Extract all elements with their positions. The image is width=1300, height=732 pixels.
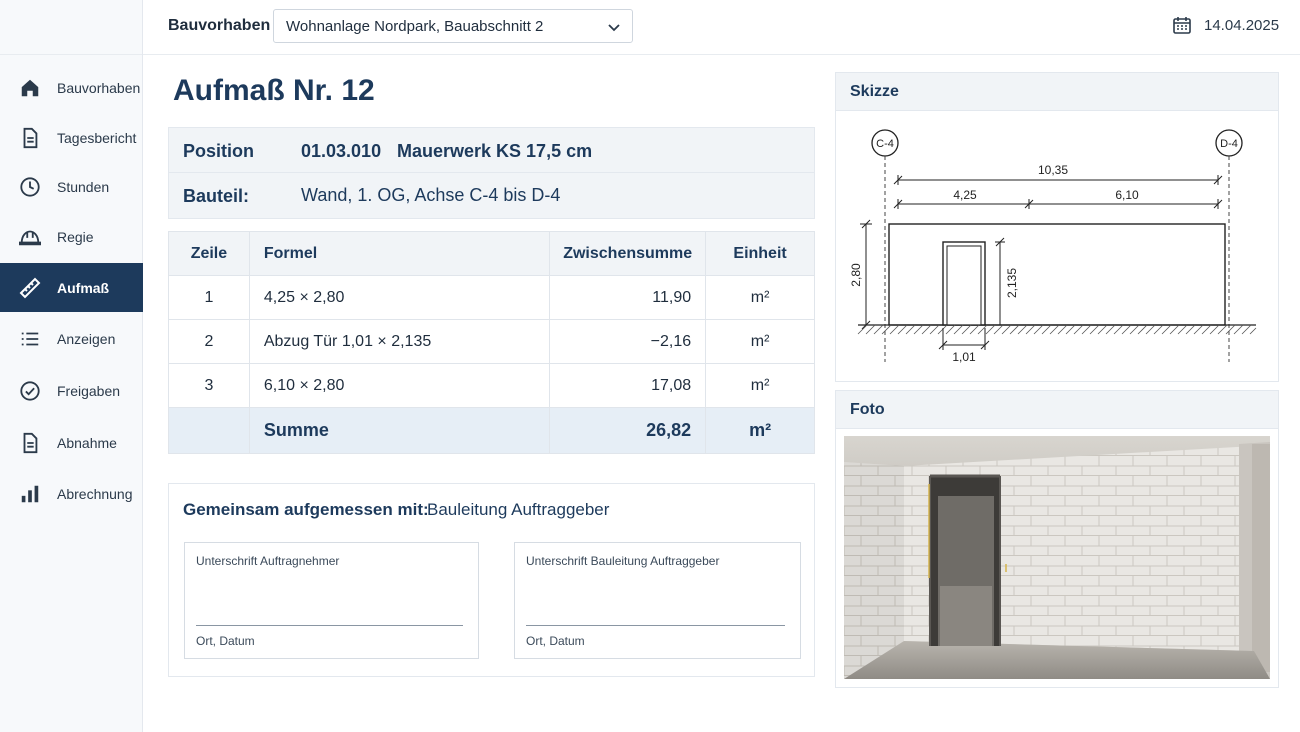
table-row[interactable]: 1 4,25 × 2,80 11,90 m²: [168, 275, 815, 320]
measured-with-value: Bauleitung Auftraggeber: [427, 500, 610, 519]
header-date: 14.04.2025: [1204, 17, 1280, 34]
table-sum-row: Summe 26,82 m²: [168, 407, 815, 454]
signature-box: Gemeinsam aufgemessen mit: Bauleitung Au…: [168, 483, 815, 677]
signature-title: Unterschrift Bauleitung Auftraggeber: [526, 554, 720, 568]
cell-zwischensumme: 11,90: [549, 275, 707, 320]
dim-left: 4,25: [953, 188, 977, 202]
position-description: Mauerwerk KS 17,5 cm: [397, 141, 593, 161]
bauteil-value: Wand, 1. OG, Achse C-4 bis D-4: [301, 185, 561, 205]
sum-einheit: m²: [705, 407, 815, 454]
sidebar-item-label: Abnahme: [57, 434, 117, 451]
sidebar-top: [0, 0, 142, 55]
signature-line: [196, 625, 463, 626]
signature-field-auftragnehmer[interactable]: Unterschrift Auftragnehmer Ort, Datum: [184, 542, 479, 659]
column-header-zwischensumme: Zwischensumme: [549, 231, 707, 276]
dim-door-height: 2,135: [1005, 268, 1019, 298]
cell-zeile: 2: [168, 319, 250, 364]
table-row[interactable]: 3 6,10 × 2,80 17,08 m²: [168, 363, 815, 408]
hardhat-icon: [18, 225, 42, 249]
cell-einheit: m²: [705, 363, 815, 408]
position-box: Position 01.03.010 Mauerwerk KS 17,5 cm …: [168, 127, 815, 219]
project-label: Bauvorhaben: [168, 17, 271, 34]
home-icon: [18, 76, 42, 100]
sidebar-item-abrechnung[interactable]: Abrechnung: [0, 469, 143, 518]
clock-icon: [18, 175, 42, 199]
sidebar-item-tagesbericht[interactable]: Tagesbericht: [0, 113, 143, 162]
document-icon: [18, 126, 42, 150]
ruler-icon: [18, 276, 42, 300]
sidebar: Bauvorhaben Tagesbericht Stunden Regie A…: [0, 0, 143, 732]
dim-height: 2,80: [849, 263, 863, 287]
dim-door-width: 1,01: [952, 350, 976, 364]
project-select-value: Wohnanlage Nordpark, Bauabschnitt 2: [286, 17, 544, 35]
sidebar-item-label: Regie: [57, 228, 94, 245]
sketch-panel: Skizze C-4 D-4 10,35 4,25 6,10 2,80 2,13…: [835, 72, 1279, 382]
cell-einheit: m²: [705, 275, 815, 320]
cell-formel: 6,10 × 2,80: [248, 363, 551, 408]
signature-field-auftraggeber[interactable]: Unterschrift Bauleitung Auftraggeber Ort…: [514, 542, 801, 659]
page-title: Aufmaß Nr. 12: [173, 74, 375, 107]
sidebar-item-regie[interactable]: Regie: [0, 212, 143, 261]
cell-formel: Abzug Tür 1,01 × 2,135: [248, 319, 551, 364]
check-circle-icon: [18, 379, 42, 403]
aufmass-table: Zeile Formel Zwischensumme Einheit 1 4,2…: [168, 231, 815, 454]
axis-label-d4: D-4: [1220, 138, 1238, 150]
chevron-down-icon: [606, 19, 622, 39]
cell-einheit: m²: [705, 319, 815, 364]
sidebar-item-label: Tagesbericht: [57, 129, 137, 146]
position-label: Position: [183, 141, 254, 161]
sidebar-item-bauvorhaben[interactable]: Bauvorhaben: [0, 63, 143, 112]
column-header-einheit: Einheit: [705, 231, 815, 276]
measured-with-label: Gemeinsam aufgemessen mit:: [183, 500, 429, 519]
bar-chart-icon: [18, 482, 42, 506]
table-header-row: Zeile Formel Zwischensumme Einheit: [168, 231, 815, 276]
sidebar-item-freigaben[interactable]: Freigaben: [0, 366, 143, 415]
sidebar-item-anzeigen[interactable]: Anzeigen: [0, 314, 143, 363]
column-header-zeile: Zeile: [168, 231, 250, 276]
sum-value: 26,82: [549, 407, 707, 454]
signature-line: [526, 625, 785, 626]
sum-label: Summe: [248, 407, 551, 454]
bauteil-label: Bauteil:: [183, 186, 250, 206]
calendar-icon[interactable]: [1172, 15, 1192, 40]
sidebar-item-label: Abrechnung: [57, 485, 133, 502]
sidebar-item-label: Freigaben: [57, 382, 121, 399]
sidebar-item-label: Stunden: [57, 178, 110, 195]
cell-formel: 4,25 × 2,80: [248, 275, 551, 320]
sidebar-item-aufmass[interactable]: Aufmaß: [0, 263, 143, 312]
photo-panel: Foto: [835, 390, 1279, 688]
dim-right: 6,10: [1115, 188, 1139, 202]
sidebar-item-label: Aufmaß: [57, 279, 110, 296]
sketch-title: Skizze: [836, 73, 1278, 111]
sidebar-item-label: Bauvorhaben: [57, 79, 141, 96]
sidebar-item-stunden[interactable]: Stunden: [0, 162, 143, 211]
signature-footer: Ort, Datum: [526, 634, 585, 648]
cell-zwischensumme: −2,16: [549, 319, 707, 364]
photo-title: Foto: [836, 391, 1278, 429]
axis-label-c4: C-4: [876, 138, 894, 150]
position-number: 01.03.010: [301, 141, 382, 161]
position-row: Position 01.03.010 Mauerwerk KS 17,5 cm: [169, 128, 814, 173]
cell-empty: [168, 407, 250, 454]
document-icon: [18, 431, 42, 455]
column-header-formel: Formel: [248, 231, 551, 276]
list-icon: [18, 327, 42, 351]
sidebar-item-abnahme[interactable]: Abnahme: [0, 418, 143, 467]
cell-zeile: 1: [168, 275, 250, 320]
sidebar-item-label: Anzeigen: [57, 330, 116, 347]
cell-zeile: 3: [168, 363, 250, 408]
table-row[interactable]: 2 Abzug Tür 1,01 × 2,135 −2,16 m²: [168, 319, 815, 364]
project-select[interactable]: Wohnanlage Nordpark, Bauabschnitt 2: [273, 9, 633, 43]
signature-footer: Ort, Datum: [196, 634, 255, 648]
dim-total: 10,35: [1038, 163, 1068, 177]
top-header: Bauvorhaben Wohnanlage Nordpark, Bauabsc…: [143, 0, 1300, 55]
signature-title: Unterschrift Auftragnehmer: [196, 554, 340, 568]
sketch-drawing: C-4 D-4 10,35 4,25 6,10 2,80 2,135 1,01: [849, 129, 1257, 364]
cell-zwischensumme: 17,08: [549, 363, 707, 408]
site-photo[interactable]: [844, 436, 1270, 679]
